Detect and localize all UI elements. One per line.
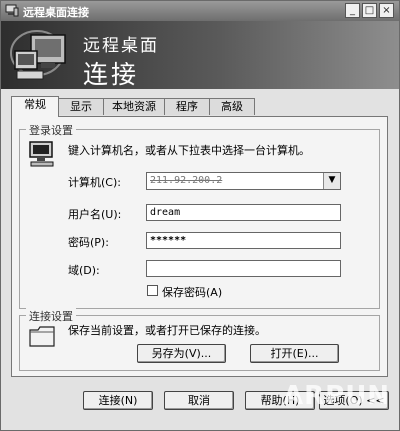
- tab-general[interactable]: 常规: [11, 96, 59, 117]
- tab-display[interactable]: 显示: [58, 98, 104, 115]
- remote-desktop-window: 远程桌面连接 _ □ × 远程桌面 连接 常规 显示 本地资源 程序 高级 登录…: [0, 0, 400, 431]
- domain-label: 域(D):: [68, 264, 100, 277]
- watermark: ARPUN: [283, 381, 391, 411]
- close-button[interactable]: ×: [379, 3, 394, 18]
- general-tab-panel: 登录设置 键入计算机名，或者从下拉表中选择一台计算机。 计算机(C): 211.…: [11, 116, 388, 377]
- remote-desktop-logo: [10, 30, 66, 80]
- username-field[interactable]: dream: [146, 204, 341, 221]
- window-title: 远程桌面连接: [23, 6, 89, 19]
- login-settings-title: 登录设置: [26, 122, 76, 138]
- header-banner: 远程桌面 连接: [1, 21, 399, 89]
- maximize-button[interactable]: □: [362, 3, 377, 18]
- banner-line-1: 远程桌面: [83, 36, 159, 56]
- domain-field[interactable]: [146, 260, 341, 277]
- password-label: 密码(P):: [68, 236, 109, 249]
- banner-line-2: 连接: [83, 60, 140, 89]
- username-label: 用户名(U):: [68, 208, 122, 221]
- open-button[interactable]: 打开(E)...: [250, 344, 339, 363]
- folder-icon: [29, 326, 55, 347]
- connection-settings-group: 连接设置 保存当前设置，或者打开已保存的连接。 另存为(V)... 打开(E).…: [19, 308, 380, 371]
- tab-local-resources[interactable]: 本地资源: [103, 98, 165, 115]
- title-bar[interactable]: 远程桌面连接 _ □ ×: [1, 1, 399, 21]
- connection-description: 保存当前设置，或者打开已保存的连接。: [68, 324, 266, 337]
- chevron-down-icon[interactable]: ▼: [323, 173, 340, 189]
- save-password-checkbox[interactable]: [147, 285, 158, 296]
- save-password-label: 保存密码(A): [162, 286, 223, 299]
- minimize-button[interactable]: _: [345, 3, 360, 18]
- tab-advanced[interactable]: 高级: [209, 98, 255, 115]
- cancel-button[interactable]: 取消: [164, 391, 234, 410]
- password-field[interactable]: ******: [146, 232, 341, 249]
- save-as-button[interactable]: 另存为(V)...: [137, 344, 226, 363]
- connect-button[interactable]: 连接(N): [83, 391, 153, 410]
- login-settings-group: 登录设置 键入计算机名，或者从下拉表中选择一台计算机。 计算机(C): 211.…: [19, 122, 380, 309]
- computer-combobox[interactable]: 211.92.200.2: [146, 172, 341, 190]
- computer-icon: [29, 141, 54, 167]
- tab-programs[interactable]: 程序: [164, 98, 210, 115]
- remote-desktop-icon: [5, 4, 19, 17]
- computer-label: 计算机(C):: [68, 176, 121, 189]
- login-instruction: 键入计算机名，或者从下拉表中选择一台计算机。: [68, 144, 310, 157]
